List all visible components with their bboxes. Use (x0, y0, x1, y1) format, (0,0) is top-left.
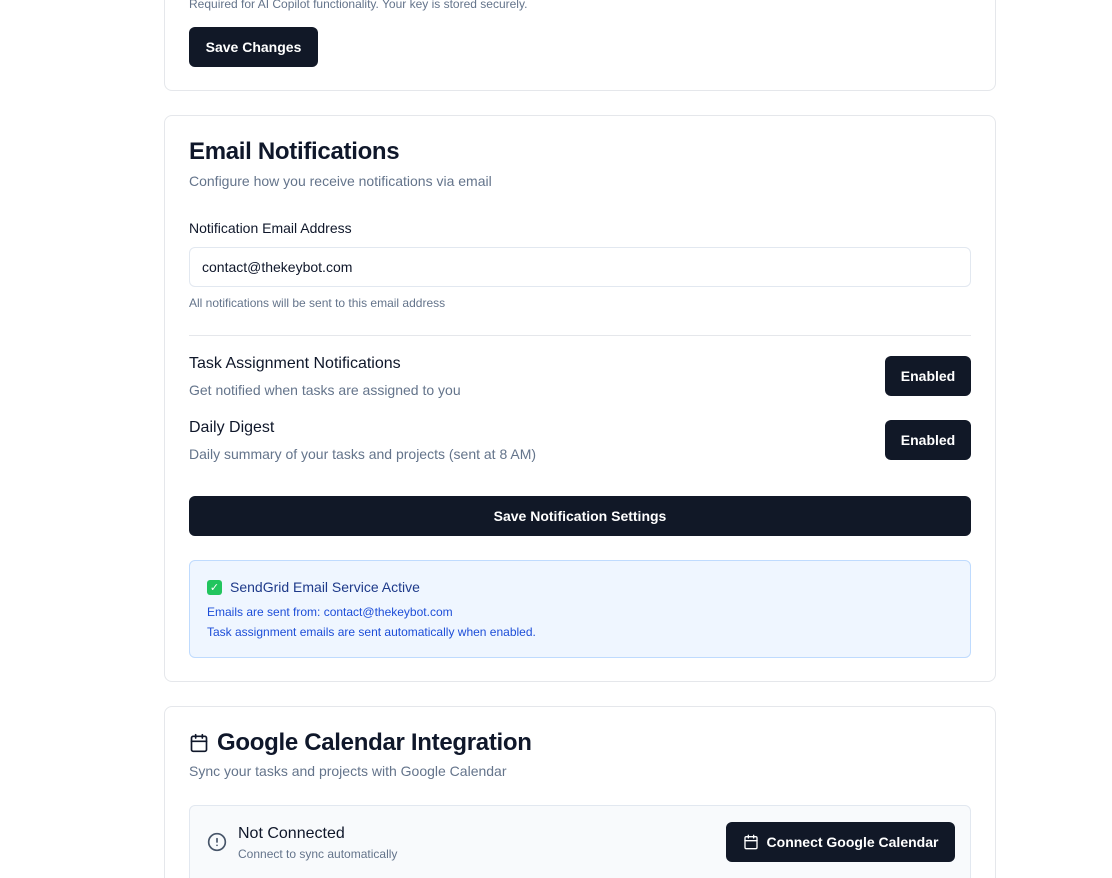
save-changes-button[interactable]: Save Changes (189, 27, 318, 67)
task-assignment-description: Get notified when tasks are assigned to … (189, 382, 461, 398)
sendgrid-note: Task assignment emails are sent automati… (207, 625, 536, 639)
connect-google-calendar-button[interactable]: Connect Google Calendar (726, 822, 955, 862)
email-notifications-subtitle: Configure how you receive notifications … (189, 173, 492, 189)
google-calendar-subtitle: Sync your tasks and projects with Google… (189, 763, 507, 779)
api-key-hint: Required for AI Copilot functionality. Y… (189, 0, 528, 11)
email-notifications-title: Email Notifications (189, 138, 400, 165)
alert-circle-icon (207, 832, 227, 852)
notification-email-label: Notification Email Address (189, 220, 352, 236)
check-square-icon: ✓ (207, 580, 222, 595)
calendar-icon (743, 834, 758, 850)
section-divider (189, 335, 971, 336)
save-notification-settings-button[interactable]: Save Notification Settings (189, 496, 971, 536)
task-assignment-toggle-button[interactable]: Enabled (885, 356, 971, 396)
daily-digest-toggle-button[interactable]: Enabled (885, 420, 971, 460)
sendgrid-from-address: Emails are sent from: contact@thekeybot.… (207, 605, 453, 619)
email-notifications-card: Email Notifications Configure how you re… (164, 115, 996, 682)
connect-google-calendar-label: Connect Google Calendar (766, 834, 939, 850)
google-calendar-title-row: Google Calendar Integration (189, 729, 532, 757)
task-assignment-title: Task Assignment Notifications (189, 355, 401, 372)
calendar-icon (190, 733, 208, 753)
daily-digest-description: Daily summary of your tasks and projects… (189, 446, 537, 462)
sendgrid-status-title: SendGrid Email Service Active (230, 579, 420, 595)
notification-email-help: All notifications will be sent to this e… (189, 296, 446, 310)
google-calendar-card: Google Calendar Integration Sync your ta… (164, 706, 996, 878)
api-key-card: Required for AI Copilot functionality. Y… (164, 0, 996, 91)
calendar-connection-description: Connect to sync automatically (238, 847, 398, 861)
google-calendar-title: Google Calendar Integration (217, 729, 532, 756)
daily-digest-title: Daily Digest (189, 419, 275, 436)
calendar-connection-status-box: Not Connected Connect to sync automatica… (189, 805, 971, 878)
notification-email-input[interactable] (189, 247, 971, 287)
calendar-connection-status: Not Connected (238, 825, 345, 842)
sendgrid-status-box: ✓ SendGrid Email Service Active Emails a… (189, 560, 971, 658)
